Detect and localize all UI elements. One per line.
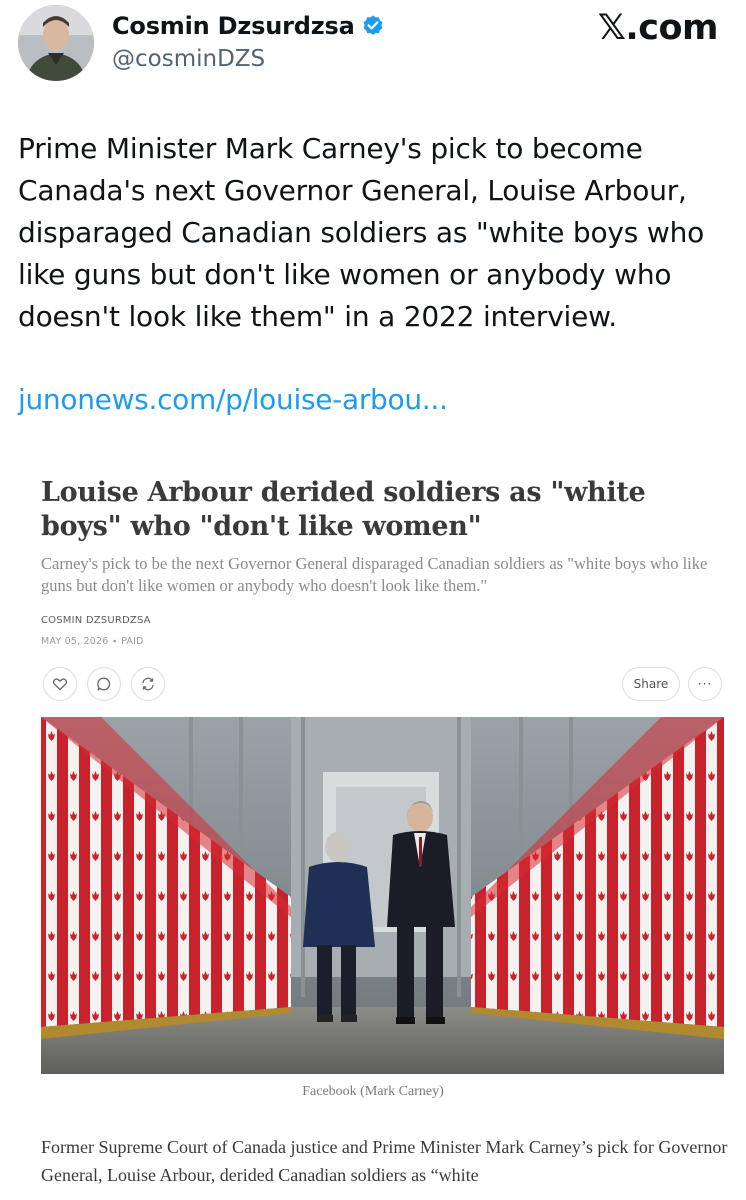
like-button[interactable] — [43, 667, 77, 701]
photo-caption: Facebook (Mark Carney) — [302, 1084, 444, 1099]
tweet-link[interactable]: junonews.com/p/louise-arbou... — [18, 383, 448, 416]
restack-icon — [142, 677, 154, 691]
heart-icon — [52, 678, 68, 691]
article-subtitle: Carney's pick to be the next Governor Ge… — [41, 554, 708, 595]
article-screenshot: Louise Arbour derided soldiers as "white… — [0, 440, 746, 1200]
restack-button[interactable] — [131, 667, 165, 701]
article-title: Louise Arbour derided soldiers as "white… — [41, 477, 646, 542]
more-icon: ··· — [697, 677, 713, 691]
article-body: Former Supreme Court of Canada justice a… — [41, 1137, 728, 1185]
author-avatar[interactable] — [18, 5, 94, 81]
article-byline[interactable]: COSMIN DZSURDZSA — [41, 615, 151, 626]
author-handle[interactable]: @cosminDZS — [112, 46, 265, 72]
tweet-header: Cosmin Dzsurdzsa @cosminDZS 𝕏.com — [0, 0, 746, 90]
author-name[interactable]: Cosmin Dzsurdzsa — [112, 12, 355, 40]
share-button[interactable]: Share — [622, 667, 680, 701]
comment-icon — [97, 677, 111, 691]
x-brand-logo: 𝕏.com — [597, 8, 719, 48]
more-options-button[interactable]: ··· — [688, 667, 722, 701]
verified-badge-icon — [361, 14, 385, 38]
article-photo — [41, 717, 724, 1074]
article-date: MAY 05, 2026 ∙ PAID — [41, 636, 144, 647]
tweet-text: Prime Minister Mark Carney's pick to bec… — [18, 132, 705, 333]
comment-button[interactable] — [87, 667, 121, 701]
